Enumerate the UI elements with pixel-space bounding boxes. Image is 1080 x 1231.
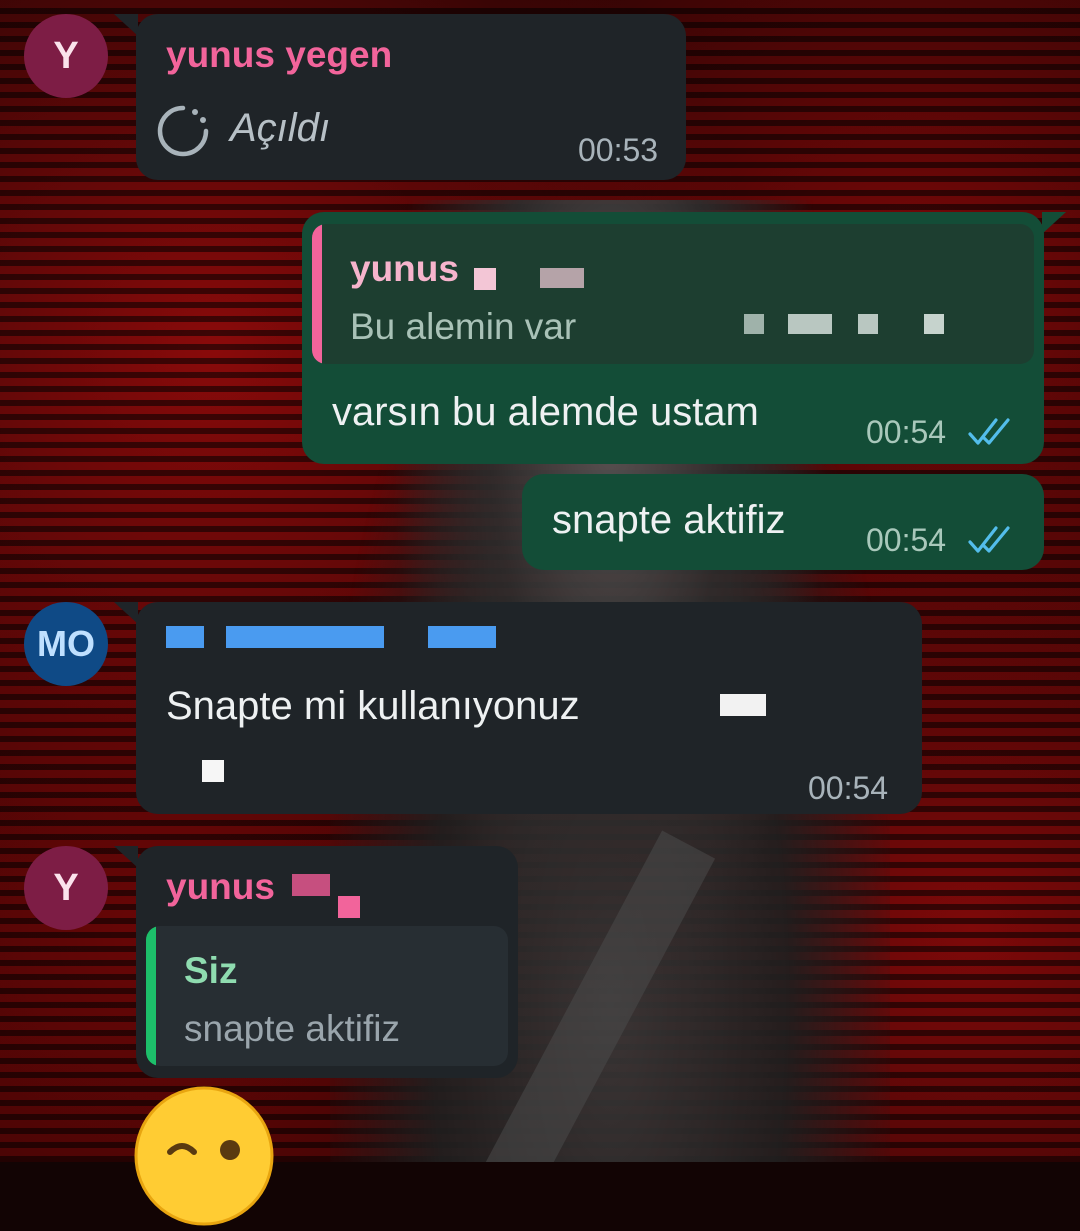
avatar-yunus-yegen[interactable]: Y	[24, 14, 108, 98]
message-time: 00:54	[866, 414, 947, 450]
redaction-pixels	[858, 314, 878, 334]
bubble-tail	[114, 846, 138, 868]
view-once-status: Açıldı	[230, 106, 331, 150]
quote-sender: Siz	[184, 950, 238, 991]
avatar-mo[interactable]: MO	[24, 602, 108, 686]
bubble-tail	[114, 602, 138, 624]
avatar-initial: Y	[53, 866, 79, 909]
message-text: Snapte mi kullanıyonuz	[166, 684, 580, 728]
emoji-message[interactable]	[134, 1086, 274, 1226]
sender-name[interactable]: yunus	[166, 866, 275, 908]
redaction-pixels	[202, 760, 224, 782]
quote-text: Bu alemin var	[350, 306, 577, 347]
redacted-sender-name	[428, 626, 496, 648]
view-once-opened-icon	[157, 105, 209, 157]
redaction-pixels	[720, 694, 766, 716]
winking-face-emoji	[134, 1086, 274, 1226]
quote-bar	[146, 926, 156, 1066]
quote-text: snapte aktifiz	[184, 1008, 400, 1049]
message-time: 00:54	[808, 770, 889, 806]
message-bubble-incoming[interactable]: Snapte mi kullanıyonuz 00:54	[136, 602, 922, 814]
message-time: 00:53	[578, 132, 659, 168]
avatar-yunus[interactable]: Y	[24, 846, 108, 930]
double-check-icon	[968, 526, 1010, 553]
avatar-initial: Y	[53, 34, 79, 77]
message-bubble-incoming[interactable]: yunus Siz snapte aktifiz	[136, 846, 518, 1078]
quoted-message[interactable]: yunus Bu alemin var	[312, 224, 1034, 364]
message-text: snapte aktifiz	[552, 498, 786, 542]
bubble-tail	[114, 14, 138, 36]
redacted-sender-name	[166, 626, 204, 648]
message-time: 00:54	[866, 522, 947, 558]
redaction-pixels	[474, 268, 496, 290]
quote-sender: yunus	[350, 248, 459, 289]
message-text: varsın bu alemde ustam	[332, 390, 759, 434]
bubble-tail	[1042, 212, 1066, 234]
redaction-pixels	[788, 314, 832, 334]
redaction-pixels	[924, 314, 944, 334]
redaction-pixels	[338, 896, 360, 918]
sender-name[interactable]: yunus yegen	[166, 34, 392, 76]
quoted-message[interactable]: Siz snapte aktifiz	[146, 926, 508, 1066]
message-bubble-outgoing[interactable]: snapte aktifiz 00:54	[522, 474, 1044, 570]
message-bubble-outgoing[interactable]: yunus Bu alemin var varsın bu alemde ust…	[302, 212, 1044, 464]
redacted-sender-name	[226, 626, 384, 648]
avatar-initial: MO	[37, 623, 95, 664]
redaction-pixels	[540, 268, 584, 288]
redaction-pixels	[292, 874, 330, 896]
double-check-icon	[968, 418, 1010, 445]
message-bubble-incoming[interactable]: yunus yegen Açıldı 00:53	[136, 14, 686, 180]
quote-bar	[312, 224, 322, 364]
redaction-pixels	[744, 314, 764, 334]
